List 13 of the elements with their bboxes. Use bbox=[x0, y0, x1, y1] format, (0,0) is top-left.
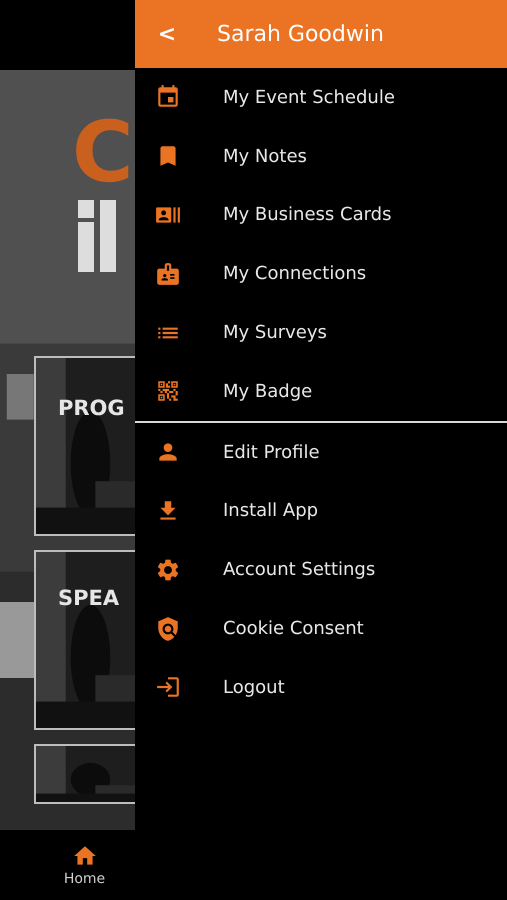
menu-item[interactable]: My Connections bbox=[135, 244, 507, 304]
menu-item[interactable]: Install App bbox=[135, 482, 507, 540]
menu-item[interactable]: My Event Schedule bbox=[135, 68, 507, 127]
nav-tab[interactable]: Home bbox=[34, 830, 135, 900]
menu-item[interactable]: Account Settings bbox=[135, 540, 507, 600]
menu-item[interactable]: Edit Profile bbox=[135, 422, 507, 482]
user-name: Sarah Goodwin bbox=[217, 22, 384, 46]
menu-item[interactable]: My Notes bbox=[135, 126, 507, 186]
menu-item[interactable]: My Business Cards bbox=[135, 186, 507, 244]
menu-item[interactable]: Cookie Consent bbox=[135, 599, 507, 658]
menu-item[interactable]: My Badge bbox=[135, 362, 507, 421]
menu-item[interactable]: My Surveys bbox=[135, 303, 507, 362]
menu-item[interactable]: Logout bbox=[135, 658, 507, 717]
